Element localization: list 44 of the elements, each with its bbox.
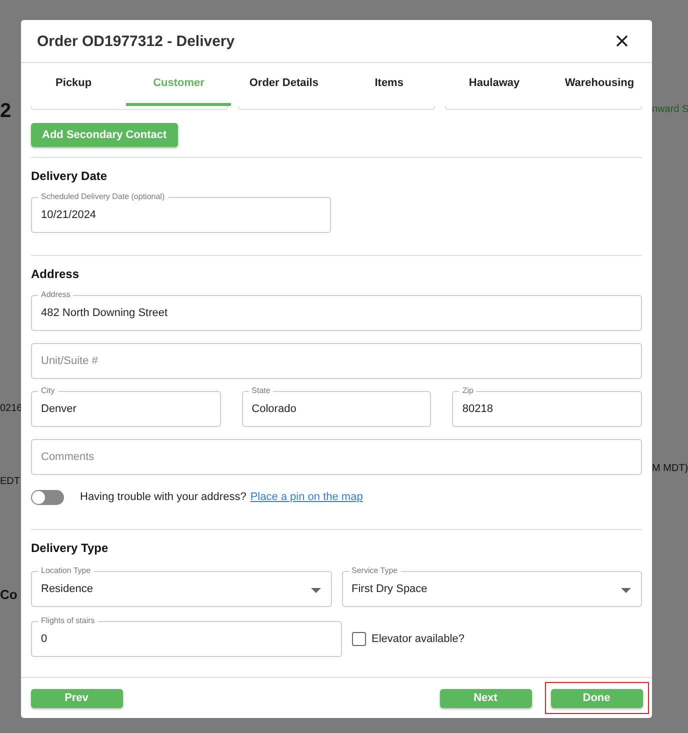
- field-value: Colorado: [252, 403, 296, 415]
- field-label: Address: [38, 290, 74, 300]
- section-heading: Delivery Date: [31, 169, 108, 185]
- tab[interactable]: Haulaway: [442, 63, 547, 106]
- field-value: Residence: [41, 583, 93, 595]
- field-value: Denver: [41, 403, 76, 415]
- section-heading: Address: [31, 267, 80, 283]
- field-value: 10/21/2024: [41, 209, 96, 221]
- tab[interactable]: Items: [336, 63, 442, 106]
- field-placeholder: Unit/Suite #: [41, 355, 98, 367]
- background-text: nward S: [652, 104, 688, 115]
- field-value: First Dry Space: [352, 583, 428, 595]
- background-text: 0216: [0, 403, 22, 414]
- field-label: City: [38, 386, 58, 396]
- caret-icon: [621, 588, 631, 593]
- field-label: Zip: [459, 386, 476, 396]
- tab[interactable]: Warehousing: [546, 63, 652, 106]
- map-pin-link[interactable]: Place a pin on the map: [250, 491, 363, 503]
- field-label: Flights of stairs: [38, 616, 98, 626]
- checkbox-label: Elevator available?: [372, 633, 464, 645]
- background-text: Co: [0, 587, 18, 602]
- field-value: 80218: [462, 403, 493, 415]
- toggle-switch[interactable]: [31, 490, 64, 504]
- background-text: EDT: [0, 476, 21, 487]
- dialog-title: Order OD1977312 - Delivery: [37, 32, 235, 50]
- close-icon: [616, 35, 628, 47]
- field-label: Service Type: [348, 566, 401, 576]
- close-button[interactable]: [614, 33, 630, 49]
- toggle-label: Having trouble with your address?: [80, 491, 246, 503]
- caret-icon: [310, 588, 320, 593]
- field-label: State: [248, 386, 274, 396]
- field-value: 0: [41, 633, 48, 645]
- tab[interactable]: Order Details: [231, 63, 337, 106]
- checkbox[interactable]: [352, 632, 366, 646]
- background-text: 2: [0, 100, 12, 123]
- section-heading: Delivery Type: [31, 541, 110, 557]
- input-field[interactable]: Comments: [31, 439, 642, 475]
- background-text: M MDT): [652, 463, 688, 474]
- input-field[interactable]: Unit/Suite #: [31, 343, 642, 379]
- field-placeholder: Comments: [41, 451, 94, 463]
- field-value: 482 North Downing Street: [41, 307, 168, 319]
- tab[interactable]: Pickup: [21, 63, 126, 106]
- field-label: Scheduled Delivery Date (optional): [38, 192, 168, 202]
- field-label: Location Type: [38, 566, 94, 576]
